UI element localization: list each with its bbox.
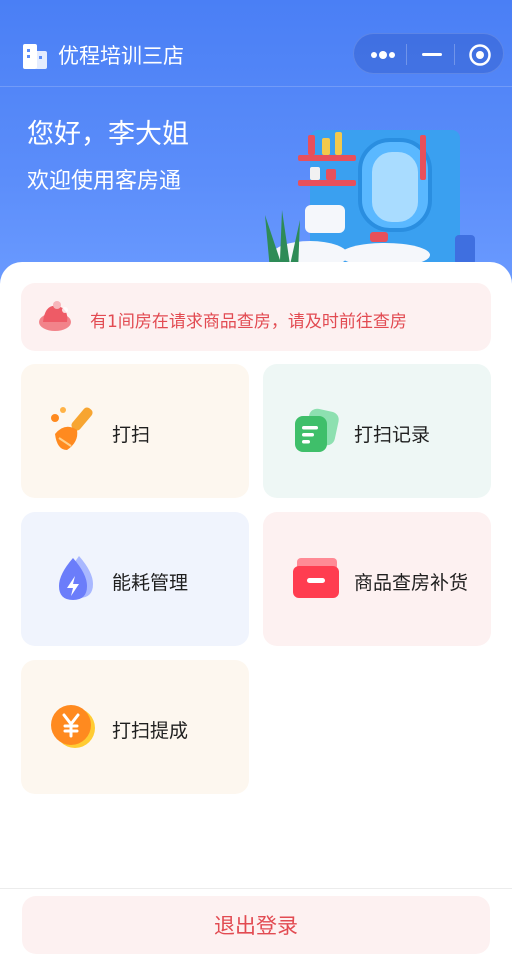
store-title: 优程培训三店 xyxy=(58,44,184,68)
goods-box-icon xyxy=(293,558,339,598)
more-button[interactable] xyxy=(360,34,406,75)
commission-icon xyxy=(51,705,95,748)
room-check-notice[interactable]: 有1间房在请求商品查房，请及时前往查房 xyxy=(21,283,491,351)
header-banner: 优程培训三店 您好，李大姐 欢迎使用客房通 xyxy=(0,0,512,290)
logout-button[interactable]: 退出登录 xyxy=(22,896,490,954)
menu-card-energy[interactable]: 能耗管理 xyxy=(21,512,249,646)
bell-alert-icon xyxy=(39,301,71,331)
navigation-bar: 优程培训三店 xyxy=(0,0,512,87)
menu-label-clean-records: 打扫记录 xyxy=(354,424,431,446)
welcome-text: 欢迎使用客房通 xyxy=(27,169,182,194)
minimize-button[interactable] xyxy=(410,34,454,75)
energy-icon xyxy=(59,556,93,600)
notice-text: 有1间房在请求商品查房，请及时前往查房 xyxy=(90,312,407,332)
menu-card-clean[interactable]: 打扫 xyxy=(21,364,249,498)
records-icon xyxy=(295,408,339,452)
menu-label-goods-restock: 商品查房补货 xyxy=(354,572,469,594)
greeting-text: 您好，李大姐 xyxy=(27,119,189,150)
footer-divider xyxy=(0,888,512,889)
menu-label-energy: 能耗管理 xyxy=(112,572,189,594)
close-circle-icon xyxy=(469,43,491,66)
mini-program-capsule xyxy=(353,33,504,74)
building-icon xyxy=(23,44,47,69)
menu-label-commission: 打扫提成 xyxy=(112,720,189,742)
more-dots-icon xyxy=(371,50,395,59)
bathroom-illustration xyxy=(265,130,475,275)
menu-card-goods-restock[interactable]: 商品查房补货 xyxy=(263,512,491,646)
close-button[interactable] xyxy=(458,34,502,75)
broom-icon xyxy=(51,407,93,450)
menu-label-clean: 打扫 xyxy=(112,424,151,446)
minimize-icon xyxy=(422,52,442,56)
menu-card-commission[interactable]: 打扫提成 xyxy=(21,660,249,794)
menu-card-clean-records[interactable]: 打扫记录 xyxy=(263,364,491,498)
